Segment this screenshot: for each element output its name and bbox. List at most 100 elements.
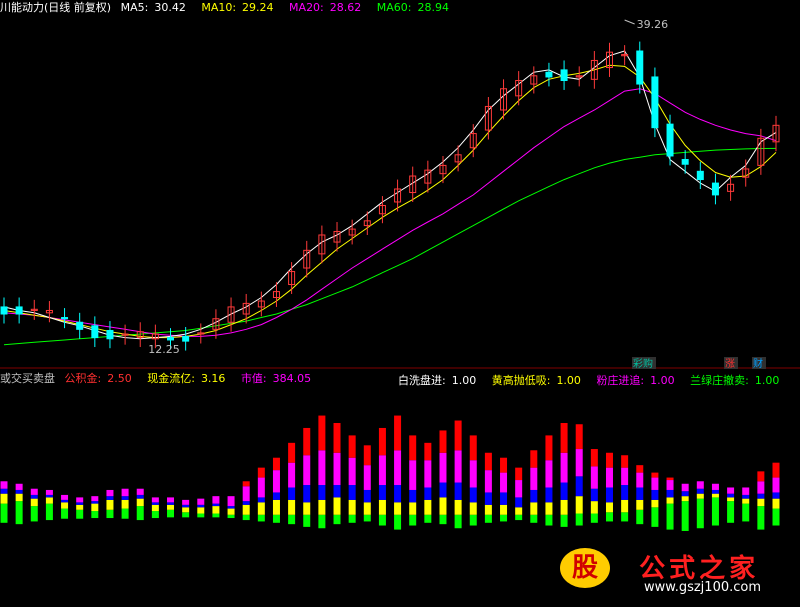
indicator-bar-segment [636, 472, 644, 488]
indicator-bar-segment [666, 480, 674, 490]
indicator-negative-bar [424, 516, 432, 523]
indicator-negative-bar [545, 516, 553, 526]
indicator-negative-bar [272, 516, 280, 523]
indicator-bar-segment [242, 481, 250, 487]
indicator-negative-bar [197, 516, 205, 518]
watermark: 股 公式之家 www.gszj100.com [560, 548, 761, 595]
indicator-bar-segment [711, 493, 719, 498]
indicator-negative-bar [605, 516, 613, 522]
price-panel[interactable] [0, 19, 780, 351]
indicator-negative-bar [333, 516, 341, 525]
indicator-bar-segment [318, 450, 326, 485]
indicator-negative-bar [303, 516, 311, 527]
indicator-bar-segment [681, 501, 689, 516]
indicator-bar-segment [182, 504, 190, 508]
indicator-bar-segment [424, 442, 432, 461]
indicator-bar-segment [212, 506, 220, 514]
candle-body [182, 335, 190, 342]
indicator-negative-bar [515, 516, 523, 521]
indicator-bar-segment [348, 485, 356, 500]
indicator-bar-segment [182, 507, 190, 513]
indicator-bar-segment [742, 503, 750, 516]
indicator-negative-bar [742, 516, 750, 522]
indicator-bar-segment [348, 435, 356, 458]
indicator-bar-segment [363, 489, 371, 503]
indicator-bar-segment [772, 492, 780, 499]
indicator-bar-segment [560, 482, 568, 500]
indicator-bar-segment [409, 514, 417, 516]
indicator-negative-bar [757, 516, 765, 530]
indicator-bar-segment [439, 514, 447, 516]
indicator-panel[interactable] [0, 415, 780, 531]
indicator-bar-segment [727, 501, 735, 516]
indicator-bar-segment [515, 514, 523, 516]
indicator-bar-segment [15, 493, 23, 502]
indicator-bar-segment [727, 487, 735, 494]
indicator-bar-segment [227, 496, 235, 507]
indicator-bar-segment [136, 488, 144, 495]
indicator-bar-segment [227, 506, 235, 509]
indicator-bar-segment [151, 504, 159, 512]
candle-body [15, 306, 23, 315]
indicator-negative-bar [106, 516, 114, 519]
indicator-bar-segment [394, 485, 402, 503]
indicator-bar-segment [333, 452, 341, 485]
indicator-negative-bar [621, 516, 629, 522]
indicator-bar-segment [590, 513, 598, 516]
indicator-bar-segment [424, 499, 432, 515]
indicator-bar-segment [30, 506, 38, 516]
indicator-bar-segment [727, 493, 735, 498]
candle-body [666, 123, 674, 157]
indicator-negative-bar [484, 516, 492, 523]
signal-tag-text: 涨 [725, 358, 735, 370]
indicator-negative-bar [636, 516, 644, 525]
indicator-bar-segment [272, 470, 280, 493]
indicator-bar-segment [167, 497, 175, 503]
indicator-negative-bar [681, 516, 689, 531]
indicator-bar-segment [545, 460, 553, 488]
indicator-negative-bar [500, 516, 508, 522]
candle-body [560, 69, 568, 82]
indicator-bar-segment [333, 485, 341, 498]
indicator-bar-segment [500, 457, 508, 473]
indicator-bar-segment [651, 507, 659, 516]
indicator-bar-segment [484, 504, 492, 515]
indicator-bar-segment [272, 514, 280, 516]
indicator-bar-segment [742, 494, 750, 499]
indicator-bar-segment [424, 487, 432, 500]
indicator-bar-segment [394, 450, 402, 485]
indicator-bar-segment [227, 508, 235, 515]
chart-canvas[interactable]: 39.26 12.25 彩购 涨 财 [0, 0, 800, 607]
indicator-bar-segment [91, 501, 99, 504]
indicator-bar-segment [681, 483, 689, 492]
indicator-bar-segment [484, 470, 492, 493]
low-price-marker: 12.25 [148, 343, 180, 356]
indicator-bar-segment [469, 502, 477, 515]
indicator-bar-segment [500, 514, 508, 516]
indicator-bar-segment [424, 460, 432, 488]
indicator-bar-segment [121, 508, 129, 516]
indicator-negative-bar [91, 516, 99, 519]
indicator-bar-segment [590, 449, 598, 467]
indicator-bar-segment [136, 506, 144, 516]
indicator-bar-segment [76, 497, 84, 503]
indicator-bar-segment [303, 514, 311, 516]
indicator-bar-segment [394, 502, 402, 515]
indicator-bar-segment [696, 481, 704, 489]
indicator-bar-segment [666, 497, 674, 504]
indicator-bar-segment [651, 489, 659, 500]
indicator-bar-segment [257, 477, 265, 498]
indicator-bar-segment [363, 502, 371, 515]
signal-tag-text: 彩购 [633, 357, 653, 370]
indicator-negative-bar [727, 516, 735, 523]
indicator-bar-segment [76, 509, 84, 516]
indicator-negative-bar [469, 516, 477, 526]
indicator-bar-segment [621, 499, 629, 513]
high-price-marker: 39.26 [637, 18, 669, 31]
indicator-bar-segment [696, 493, 704, 499]
candle-body [91, 325, 99, 339]
indicator-bar-segment [590, 466, 598, 489]
indicator-bar-segment [212, 513, 220, 516]
indicator-bar-segment [288, 514, 296, 516]
indicator-bar-segment [15, 483, 23, 490]
